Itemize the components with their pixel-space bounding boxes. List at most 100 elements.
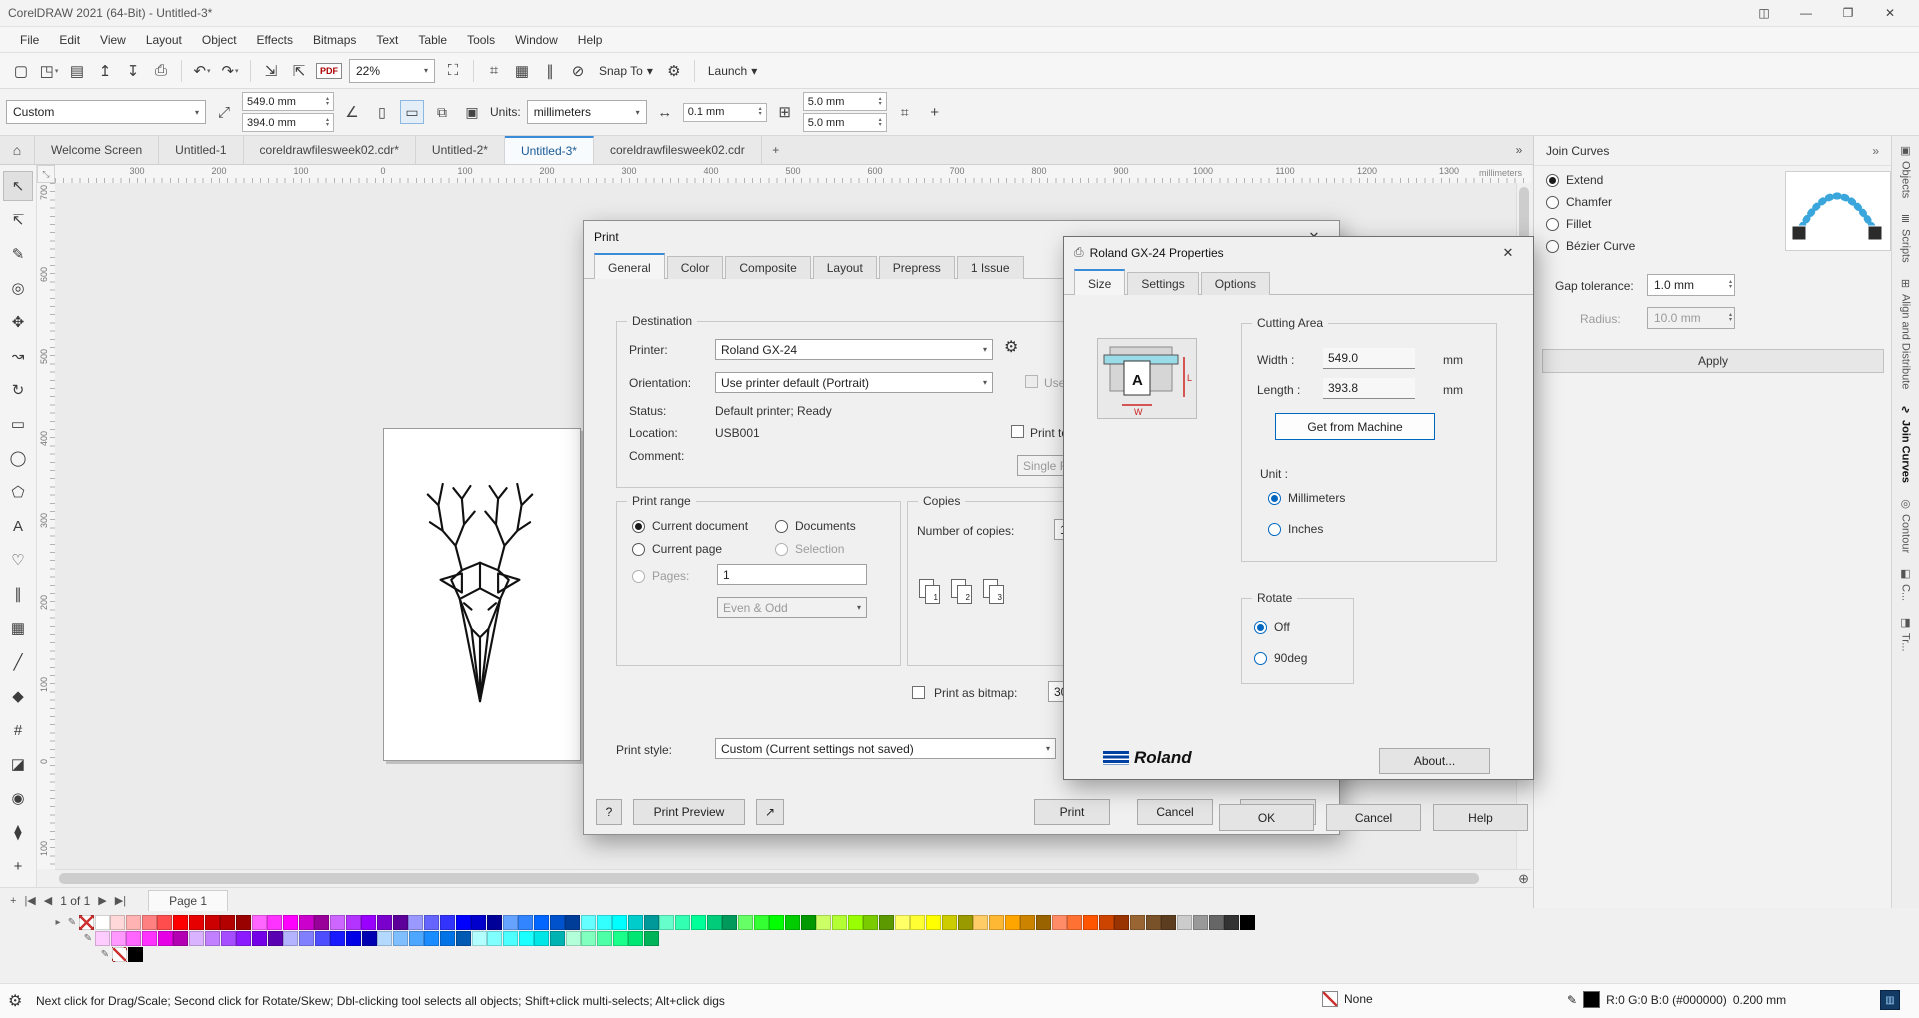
color-swatch[interactable] bbox=[910, 915, 926, 930]
apply-button[interactable]: Apply bbox=[1542, 349, 1884, 373]
open-preview-icon[interactable]: ↗ bbox=[756, 799, 784, 825]
doctab-3[interactable]: Untitled-2* bbox=[416, 136, 505, 164]
color-swatch[interactable] bbox=[988, 915, 1004, 930]
color-swatch[interactable] bbox=[204, 931, 220, 946]
table-tool[interactable]: # bbox=[3, 715, 33, 745]
print-button[interactable]: Print bbox=[1034, 799, 1110, 825]
menu-window[interactable]: Window bbox=[505, 29, 568, 51]
print-tab-composite[interactable]: Composite bbox=[725, 256, 811, 279]
color-swatch[interactable] bbox=[377, 915, 393, 930]
color-swatch[interactable] bbox=[1130, 915, 1146, 930]
add-page-button[interactable]: + bbox=[10, 895, 16, 907]
about-button[interactable]: About... bbox=[1379, 748, 1490, 774]
color-swatch[interactable] bbox=[235, 915, 251, 930]
print-tab-1-issue[interactable]: 1 Issue bbox=[956, 256, 1024, 279]
palette-edit-icon[interactable]: ✎ bbox=[81, 931, 95, 946]
polygon-tool[interactable]: ⬠ bbox=[3, 477, 33, 507]
printer-select[interactable]: Roland GX-24 ▾ bbox=[715, 339, 993, 360]
color-swatch[interactable] bbox=[455, 915, 471, 930]
more-tools[interactable]: + bbox=[3, 851, 33, 881]
side-tab-c-[interactable]: ◧ C... bbox=[1900, 567, 1912, 601]
options-gear-icon[interactable]: ⚙ bbox=[661, 58, 687, 84]
menu-edit[interactable]: Edit bbox=[49, 29, 90, 51]
color-swatch[interactable] bbox=[1004, 915, 1020, 930]
color-swatch[interactable] bbox=[314, 931, 330, 946]
cloud-download-icon[interactable]: ↧ bbox=[120, 58, 146, 84]
pick-tool[interactable]: ↖ bbox=[3, 171, 33, 201]
import-icon[interactable]: ⇲ bbox=[258, 58, 284, 84]
print-to-file-checkbox[interactable] bbox=[1011, 425, 1024, 438]
color-swatch[interactable] bbox=[393, 931, 409, 946]
color-swatch[interactable] bbox=[220, 931, 236, 946]
roland-dialog-titlebar[interactable]: ⎙ Roland GX-24 Properties ✕ bbox=[1064, 237, 1533, 268]
gap-tolerance-field[interactable]: 1.0 mm ▴ ▾ bbox=[1647, 274, 1735, 296]
rotate-radio-90deg[interactable]: 90deg bbox=[1254, 651, 1307, 665]
treat-as-filled-button[interactable]: ⌗ bbox=[893, 100, 917, 124]
save-icon[interactable]: ▤ bbox=[64, 58, 90, 84]
color-swatch[interactable] bbox=[894, 915, 910, 930]
no-color-swatch[interactable] bbox=[79, 915, 94, 930]
color-swatch[interactable] bbox=[565, 915, 581, 930]
rectangle-tool[interactable]: ▭ bbox=[3, 409, 33, 439]
docker-collapse-icon[interactable]: » bbox=[1872, 144, 1879, 158]
color-swatch[interactable] bbox=[973, 915, 989, 930]
color-swatch[interactable] bbox=[706, 915, 722, 930]
color-swatch[interactable] bbox=[628, 931, 644, 946]
color-swatch[interactable] bbox=[487, 931, 503, 946]
color-swatch[interactable] bbox=[518, 931, 534, 946]
color-swatch[interactable] bbox=[533, 915, 549, 930]
palette-flyout-icon[interactable]: ▸ bbox=[51, 915, 65, 930]
color-swatch[interactable] bbox=[879, 915, 895, 930]
menu-view[interactable]: View bbox=[90, 29, 136, 51]
interactive-fill-tool[interactable]: ⧫ bbox=[3, 817, 33, 847]
menu-help[interactable]: Help bbox=[568, 29, 613, 51]
color-swatch[interactable] bbox=[722, 915, 738, 930]
menu-file[interactable]: File bbox=[10, 29, 49, 51]
tab-scroll-icon[interactable]: » bbox=[1505, 136, 1533, 164]
color-swatch[interactable] bbox=[110, 931, 126, 946]
color-swatch[interactable] bbox=[486, 915, 502, 930]
add-toolbar-item-button[interactable]: + bbox=[923, 100, 947, 124]
radio-icon[interactable] bbox=[775, 519, 788, 533]
zoom-scrollbar-icon[interactable]: ⊕ bbox=[1518, 871, 1529, 887]
color-swatch[interactable] bbox=[1145, 915, 1161, 930]
color-swatch[interactable] bbox=[346, 931, 361, 946]
menu-object[interactable]: Object bbox=[192, 29, 247, 51]
export-icon[interactable]: ⇱ bbox=[286, 58, 312, 84]
show-grid-icon[interactable]: ▦ bbox=[509, 58, 535, 84]
color-swatch[interactable] bbox=[1098, 915, 1114, 930]
color-swatch[interactable] bbox=[597, 931, 612, 946]
orientation-select[interactable]: Use printer default (Portrait) ▾ bbox=[715, 372, 993, 393]
color-swatch[interactable] bbox=[298, 931, 314, 946]
color-swatch[interactable] bbox=[392, 915, 408, 930]
menu-layout[interactable]: Layout bbox=[136, 29, 192, 51]
angle-icon[interactable]: ∠ bbox=[340, 100, 364, 124]
ok-button[interactable]: OK bbox=[1219, 804, 1314, 831]
get-from-machine-button[interactable]: Get from Machine bbox=[1275, 413, 1435, 440]
color-swatch[interactable] bbox=[941, 915, 957, 930]
radio-icon[interactable] bbox=[1254, 651, 1267, 665]
pan-tool[interactable]: ✥ bbox=[3, 307, 33, 337]
spinner-icon[interactable]: ▴ ▾ bbox=[879, 117, 882, 128]
color-swatch[interactable] bbox=[408, 931, 424, 946]
redo-icon[interactable]: ↷ ▾ bbox=[217, 58, 243, 84]
deer-artwork[interactable] bbox=[410, 469, 550, 714]
color-swatch[interactable] bbox=[675, 915, 691, 930]
spinner-icon[interactable]: ▴ ▾ bbox=[879, 96, 882, 107]
print-tab-prepress[interactable]: Prepress bbox=[878, 256, 955, 279]
color-swatch[interactable] bbox=[283, 931, 299, 946]
color-swatch[interactable] bbox=[282, 915, 298, 930]
radio-icon[interactable] bbox=[1268, 522, 1281, 536]
cutting-length-field[interactable]: 393.8 bbox=[1323, 378, 1415, 399]
color-swatch[interactable] bbox=[173, 915, 189, 930]
color-swatch[interactable] bbox=[251, 915, 267, 930]
help-button[interactable]: ? bbox=[596, 799, 622, 825]
print-tab-color[interactable]: Color bbox=[666, 256, 724, 279]
color-swatch[interactable] bbox=[518, 915, 534, 930]
color-swatch[interactable] bbox=[95, 931, 110, 946]
cancel-button[interactable]: Cancel bbox=[1137, 799, 1213, 825]
zoom-level-select[interactable]: 22% ▾ bbox=[349, 58, 435, 83]
color-swatch[interactable] bbox=[220, 915, 236, 930]
no-outline-swatch[interactable] bbox=[112, 947, 127, 962]
color-swatch[interactable] bbox=[612, 931, 628, 946]
